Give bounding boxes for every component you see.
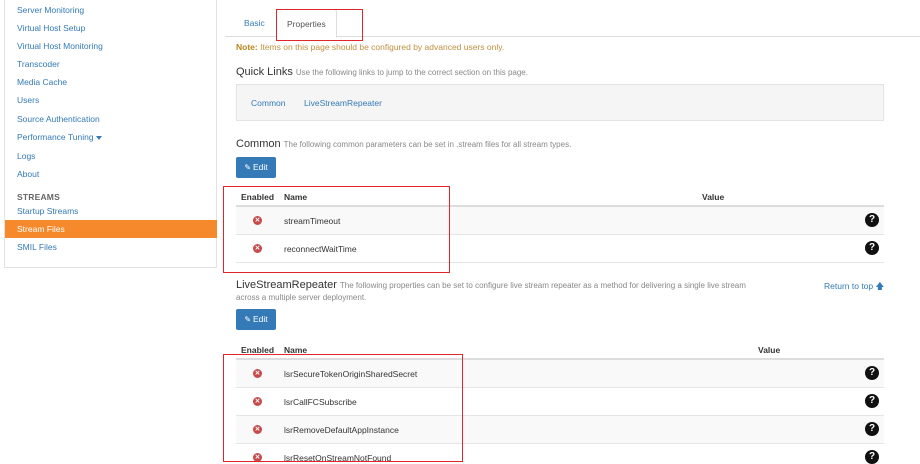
- table-row: ✕ lsrRemoveDefaultAppInstance ?: [236, 416, 884, 444]
- table-row: ✕ lsrSecureTokenOriginSharedSecret ?: [236, 360, 884, 388]
- property-name: streamTimeout: [284, 216, 341, 226]
- common-desc: The following common parameters can be s…: [283, 140, 572, 149]
- column-name: Name: [284, 345, 308, 355]
- lsr-edit-button[interactable]: ✎ Edit: [236, 309, 276, 330]
- pencil-icon: ✎: [244, 315, 252, 324]
- pencil-icon: ✎: [244, 163, 252, 172]
- column-name: Name: [284, 192, 308, 202]
- x-circle-icon: ✕: [253, 369, 262, 378]
- column-value: Value: [702, 192, 725, 202]
- x-circle-icon: ✕: [253, 425, 262, 434]
- question-circle-icon[interactable]: ?: [865, 241, 879, 255]
- sidebar-item-users[interactable]: Users: [5, 91, 217, 109]
- sidebar-item-smil-files[interactable]: SMIL Files: [5, 238, 217, 256]
- advanced-note: Note: Items on this page should be confi…: [236, 42, 504, 52]
- quick-links-desc: Use the following links to jump to the c…: [295, 68, 528, 77]
- quick-link-common[interactable]: Common: [251, 98, 285, 108]
- lsr-desc-continued: across a multiple server deployment.: [236, 293, 367, 302]
- sidebar: Server Monitoring Virtual Host Setup Vir…: [4, 0, 217, 268]
- common-heading: Common The following common parameters ca…: [236, 138, 571, 150]
- table-row: ✕ lsrResetOnStreamNotFound ?: [236, 444, 884, 464]
- x-circle-icon: ✕: [253, 397, 262, 406]
- quick-links-title: Quick Links: [236, 66, 293, 78]
- edit-label: Edit: [253, 162, 268, 172]
- quick-links-heading: Quick Links Use the following links to ju…: [236, 66, 528, 78]
- question-circle-icon[interactable]: ?: [865, 366, 879, 380]
- property-name: lsrCallFCSubscribe: [284, 397, 357, 407]
- x-circle-icon: ✕: [253, 453, 262, 462]
- property-name: lsrSecureTokenOriginSharedSecret: [284, 369, 418, 379]
- table-row: ✕ reconnectWaitTime ?: [236, 235, 884, 263]
- tab-properties[interactable]: Properties: [276, 9, 337, 38]
- property-name: lsrRemoveDefaultAppInstance: [284, 425, 399, 435]
- return-to-top-link[interactable]: Return to top 🡅: [824, 281, 884, 295]
- question-circle-icon[interactable]: ?: [865, 213, 879, 227]
- note-label: Note:: [236, 42, 258, 52]
- sidebar-item-performance-tuning[interactable]: Performance Tuning: [5, 128, 217, 146]
- table-row: ✕ streamTimeout ?: [236, 207, 884, 235]
- note-text: Items on this page should be configured …: [260, 42, 505, 52]
- sidebar-item-virtual-host-setup[interactable]: Virtual Host Setup: [5, 19, 217, 37]
- x-circle-icon: ✕: [253, 216, 262, 225]
- tab-bar: Basic Properties: [225, 9, 920, 38]
- column-value: Value: [758, 345, 781, 355]
- lsr-heading: LiveStreamRepeater The following properti…: [236, 279, 746, 291]
- sidebar-item-transcoder[interactable]: Transcoder: [5, 55, 217, 73]
- caret-down-icon: [95, 135, 102, 140]
- table-row: ✕ lsrCallFCSubscribe ?: [236, 388, 884, 416]
- arrow-up-icon: 🡅: [875, 281, 885, 291]
- quick-links-panel: Common LiveStreamRepeater: [236, 84, 884, 121]
- property-name: lsrResetOnStreamNotFound: [284, 453, 392, 463]
- sidebar-item-about[interactable]: About: [5, 165, 217, 183]
- sidebar-item-media-cache[interactable]: Media Cache: [5, 73, 217, 91]
- table-header: Enabled Name Value: [236, 186, 884, 207]
- sidebar-item-server-monitoring[interactable]: Server Monitoring: [5, 1, 217, 19]
- lsr-title: LiveStreamRepeater: [236, 279, 337, 291]
- question-circle-icon[interactable]: ?: [865, 394, 879, 408]
- sidebar-section-header: STREAMS: [17, 192, 60, 202]
- tab-basic[interactable]: Basic: [234, 9, 275, 37]
- return-label: Return to top: [824, 281, 874, 291]
- question-circle-icon[interactable]: ?: [865, 422, 879, 436]
- sidebar-item-stream-files[interactable]: Stream Files: [5, 220, 217, 238]
- column-enabled: Enabled: [241, 192, 275, 202]
- question-circle-icon[interactable]: ?: [865, 450, 879, 464]
- lsr-desc: The following properties can be set to c…: [339, 281, 746, 290]
- quick-link-livestreamrepeater[interactable]: LiveStreamRepeater: [304, 98, 382, 108]
- sidebar-item-logs[interactable]: Logs: [5, 147, 217, 165]
- common-title: Common: [236, 138, 281, 150]
- column-enabled: Enabled: [241, 345, 275, 355]
- sidebar-item-startup-streams[interactable]: Startup Streams: [5, 202, 217, 220]
- property-name: reconnectWaitTime: [284, 244, 357, 254]
- x-circle-icon: ✕: [253, 244, 262, 253]
- sidebar-item-label: Performance Tuning: [17, 132, 94, 142]
- common-edit-button[interactable]: ✎ Edit: [236, 157, 276, 178]
- sidebar-item-source-authentication[interactable]: Source Authentication: [5, 110, 217, 128]
- table-header: Enabled Name Value: [236, 339, 884, 360]
- edit-label: Edit: [253, 314, 268, 324]
- sidebar-item-virtual-host-monitoring[interactable]: Virtual Host Monitoring: [5, 37, 217, 55]
